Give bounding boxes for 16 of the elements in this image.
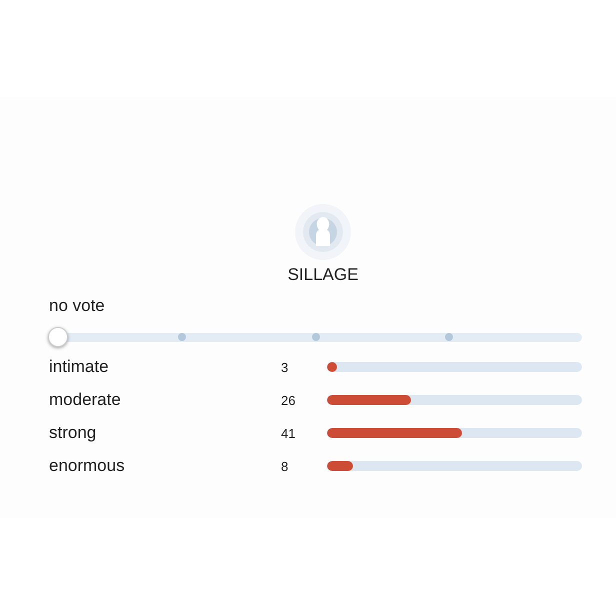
vote-count: 3 <box>281 360 290 374</box>
avatar-icon <box>295 204 351 260</box>
vote-count: 8 <box>281 458 290 474</box>
option-label: intimate <box>49 357 110 377</box>
option-label: strong <box>49 423 98 443</box>
vote-count: 41 <box>281 426 296 440</box>
vote-count: 26 <box>281 392 296 408</box>
option-label: moderate <box>49 390 122 410</box>
vote-label: no vote <box>49 295 106 317</box>
slider-thumb[interactable] <box>48 326 68 346</box>
vote-slider[interactable] <box>49 327 582 347</box>
option-label: enormous <box>49 456 126 476</box>
step-dot <box>312 333 320 341</box>
section-title: SILLAGE <box>288 264 358 286</box>
step-dot <box>178 333 186 341</box>
step-dot <box>444 333 453 341</box>
